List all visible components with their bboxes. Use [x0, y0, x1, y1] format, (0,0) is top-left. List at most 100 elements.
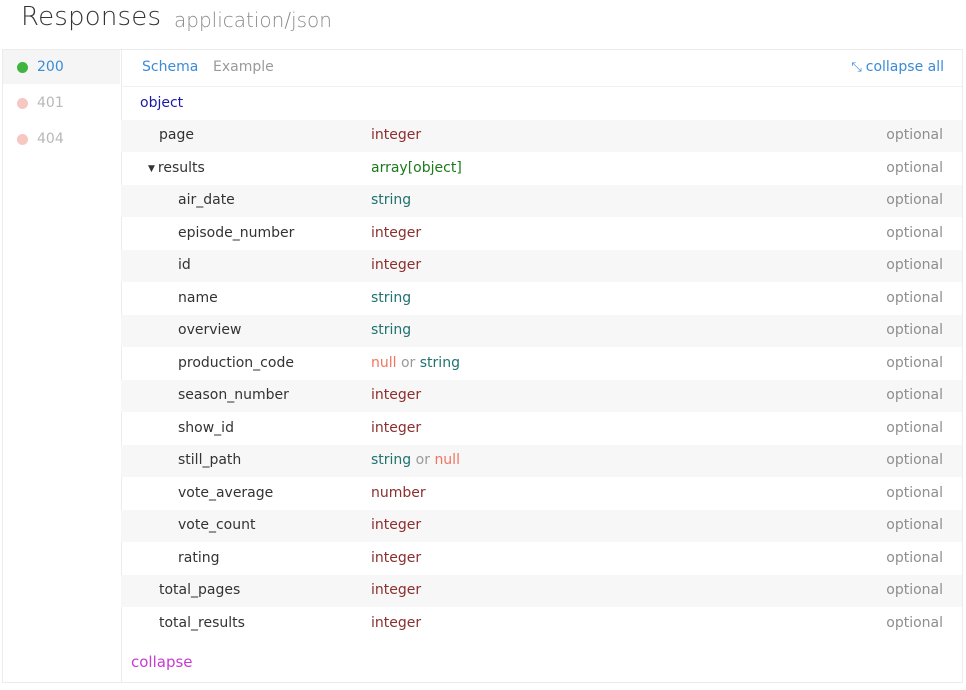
schema-row-total-results: total_results integer optional [121, 608, 962, 640]
schema-row-id: id integer optional [121, 250, 962, 282]
tab-schema[interactable]: Schema [142, 59, 198, 75]
field-requirement: optional [886, 127, 943, 143]
type-label: string [371, 192, 412, 208]
collapse-all-label: collapse all [865, 59, 944, 75]
field-type: integer [371, 615, 421, 631]
field-name: total_pages [159, 582, 240, 598]
collapse-link[interactable]: collapse [131, 653, 193, 671]
field-name: name [178, 290, 218, 306]
field-requirement: optional [886, 257, 943, 273]
field-name-text: air_date [178, 192, 235, 208]
field-name: vote_count [178, 517, 255, 533]
field-requirement: optional [886, 322, 943, 338]
field-name-text: rating [178, 549, 220, 566]
field-type: number [371, 485, 426, 501]
field-requirement: optional [886, 354, 943, 371]
type-label: number [371, 484, 426, 501]
collapse-all-button[interactable]: ⤡ collapse all [851, 59, 944, 75]
page-title: Responses [21, 2, 162, 32]
status-code-label: 404 [37, 131, 64, 147]
field-name: vote_average [178, 485, 273, 501]
field-type: array[object] [371, 160, 462, 176]
schema-row-results[interactable]: ▼ results array[object] optional [121, 153, 962, 185]
status-code-list: 200 401 404 [3, 50, 122, 682]
field-name: still_path [178, 452, 241, 468]
type-label: integer [371, 517, 422, 533]
schema-row-season-number: season_number integer optional [121, 380, 962, 412]
field-name: page [159, 127, 194, 143]
type-label: integer [371, 582, 422, 598]
field-name-text: show_id [178, 419, 234, 436]
status-code-404[interactable]: 404 [3, 122, 120, 156]
field-requirement: optional [886, 224, 943, 241]
collapse-arrows-icon: ⤡ [851, 60, 862, 75]
field-requirement: optional [886, 549, 943, 566]
field-requirement: optional [886, 387, 943, 403]
field-type: integer [371, 257, 421, 273]
status-code-401[interactable]: 401 [3, 86, 120, 120]
field-type: integer [371, 517, 421, 533]
field-name-text: vote_count [178, 517, 256, 533]
schema-row-total-pages: total_pages integer optional [121, 575, 962, 607]
field-type: integer [371, 420, 421, 436]
type-label: integer [371, 419, 422, 436]
type-label: string [419, 354, 460, 371]
field-name: season_number [178, 387, 289, 403]
type-label: integer [371, 224, 422, 241]
field-name: air_date [178, 192, 235, 208]
status-code-label: 401 [37, 95, 64, 111]
type-or-separator: or [415, 452, 430, 468]
status-dot-icon [17, 134, 28, 145]
schema-row-air-date: air_date string optional [121, 185, 962, 217]
field-name: production_code [178, 355, 294, 371]
type-label: null [371, 354, 397, 371]
field-name-text: total_results [159, 614, 245, 631]
field-requirement: optional [886, 517, 943, 533]
field-name[interactable]: ▼ results [148, 160, 205, 176]
status-code-label: 200 [37, 59, 64, 75]
field-type: integer [371, 387, 421, 403]
field-type: string [371, 192, 411, 208]
field-type: null or string [371, 355, 460, 371]
type-label: string [371, 452, 412, 468]
type-label: integer [371, 614, 422, 631]
field-name: show_id [178, 420, 234, 436]
field-type: integer [371, 582, 421, 598]
field-type: integer [371, 225, 421, 241]
field-type: string or null [371, 452, 460, 468]
schema-row-vote-average: vote_average number optional [121, 478, 962, 510]
status-dot-icon [17, 62, 28, 73]
type-label: array[object] [371, 159, 462, 176]
field-name: id [178, 257, 191, 273]
field-requirement: optional [886, 419, 943, 436]
schema-row-production-code: production_code null or string optional [121, 348, 962, 380]
field-requirement: optional [886, 159, 943, 176]
field-name-text: overview [178, 322, 242, 338]
type-label: integer [371, 387, 422, 403]
type-label: integer [371, 549, 422, 566]
schema-row-overview: overview string optional [121, 315, 962, 347]
schema-row-episode-number: episode_number integer optional [121, 218, 962, 250]
responses-panel: 200 401 404 Schema Example ⤡ collapse all o… [2, 49, 963, 683]
field-name-text: page [159, 127, 194, 143]
field-name: overview [178, 322, 241, 338]
field-requirement: optional [886, 614, 943, 631]
schema-row-page: page integer optional [121, 120, 962, 152]
content-type-label: application/json [174, 8, 332, 32]
schema-row-show-id: show_id integer optional [121, 413, 962, 445]
field-requirement: optional [886, 289, 943, 306]
tab-example[interactable]: Example [213, 59, 274, 75]
status-code-200[interactable]: 200 [3, 50, 120, 84]
field-name-text: production_code [178, 354, 294, 371]
field-requirement: optional [886, 452, 943, 468]
field-name: total_results [159, 615, 245, 631]
root-type-label: object [140, 95, 184, 111]
caret-down-icon[interactable]: ▼ [148, 164, 155, 174]
field-name-text: total_pages [159, 582, 241, 598]
type-or-separator: or [400, 354, 416, 371]
type-label: string [371, 322, 412, 338]
schema-row-name: name string optional [121, 283, 962, 315]
schema-row-rating: rating integer optional [121, 543, 962, 575]
field-name: episode_number [178, 225, 294, 241]
schema-row-still-path: still_path string or null optional [121, 445, 962, 477]
